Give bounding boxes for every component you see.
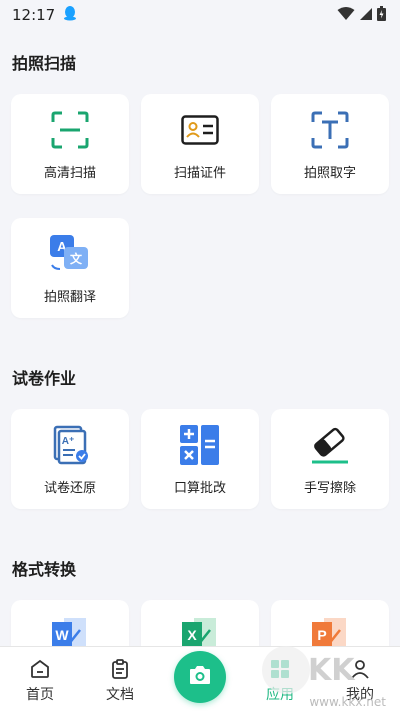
camera-icon [188, 665, 212, 689]
id-card-icon [180, 110, 220, 150]
camera-button[interactable] [174, 651, 226, 703]
excel-icon: X [180, 616, 220, 646]
svg-text:A⁺: A⁺ [62, 436, 75, 447]
card-label: 拍照取字 [303, 166, 356, 181]
nav-label: 应用 [266, 687, 294, 703]
card-photo-translate[interactable]: A 文 拍照翻译 [11, 218, 129, 318]
card-hd-scan[interactable]: 高清扫描 [11, 94, 129, 194]
section-title-homework: 试卷作业 [12, 369, 77, 388]
status-bar: 12:17 [0, 0, 400, 30]
nav-label: 我的 [346, 687, 374, 703]
card-label: 手写擦除 [303, 481, 356, 496]
card-id-scan[interactable]: 扫描证件 [141, 94, 259, 194]
translate-icon: A 文 [50, 234, 90, 274]
text-recognition-icon [310, 110, 350, 150]
card-label: 拍照翻译 [43, 290, 96, 305]
card-to-word[interactable]: W [11, 600, 129, 646]
battery-icon [377, 5, 386, 25]
card-photo-text[interactable]: 拍照取字 [271, 94, 389, 194]
apps-grid-icon [268, 657, 292, 681]
home-icon [28, 657, 52, 681]
paper-restore-icon: A⁺ [50, 425, 90, 465]
section-title-photo-scan: 拍照扫描 [12, 54, 77, 73]
card-label: 扫描证件 [173, 166, 226, 181]
nav-item-docs[interactable]: 文档 [80, 647, 160, 711]
document-icon [108, 657, 132, 681]
nav-label: 首页 [26, 687, 54, 703]
nav-item-apps[interactable]: 应用 [240, 647, 320, 711]
card-label: 高清扫描 [43, 166, 96, 181]
card-erase-handwriting[interactable]: 手写擦除 [271, 409, 389, 509]
card-oral-check[interactable]: 口算批改 [141, 409, 259, 509]
card-label: 口算批改 [173, 481, 226, 496]
svg-text:X: X [187, 627, 197, 643]
user-icon [348, 657, 372, 681]
word-icon: W [50, 616, 90, 646]
ppt-icon: P [310, 616, 350, 646]
svg-text:文: 文 [70, 251, 83, 266]
signal-icon [359, 6, 373, 25]
card-paper-restore[interactable]: A⁺ 试卷还原 [11, 409, 129, 509]
eraser-icon [310, 425, 350, 465]
scan-frame-icon [50, 110, 90, 150]
calculator-icon [180, 425, 220, 465]
svg-text:W: W [55, 627, 69, 643]
status-time: 12:17 [12, 6, 56, 24]
nav-item-home[interactable]: 首页 [0, 647, 80, 711]
nav-label: 文档 [106, 687, 134, 703]
svg-text:P: P [317, 627, 326, 643]
card-to-ppt[interactable]: P [271, 600, 389, 646]
section-title-format-convert: 格式转换 [12, 560, 77, 579]
card-to-excel[interactable]: X [141, 600, 259, 646]
wifi-icon [337, 6, 355, 25]
nav-item-mine[interactable]: 我的 [320, 647, 400, 711]
qq-notification-icon [63, 5, 77, 25]
card-label: 试卷还原 [43, 481, 96, 496]
